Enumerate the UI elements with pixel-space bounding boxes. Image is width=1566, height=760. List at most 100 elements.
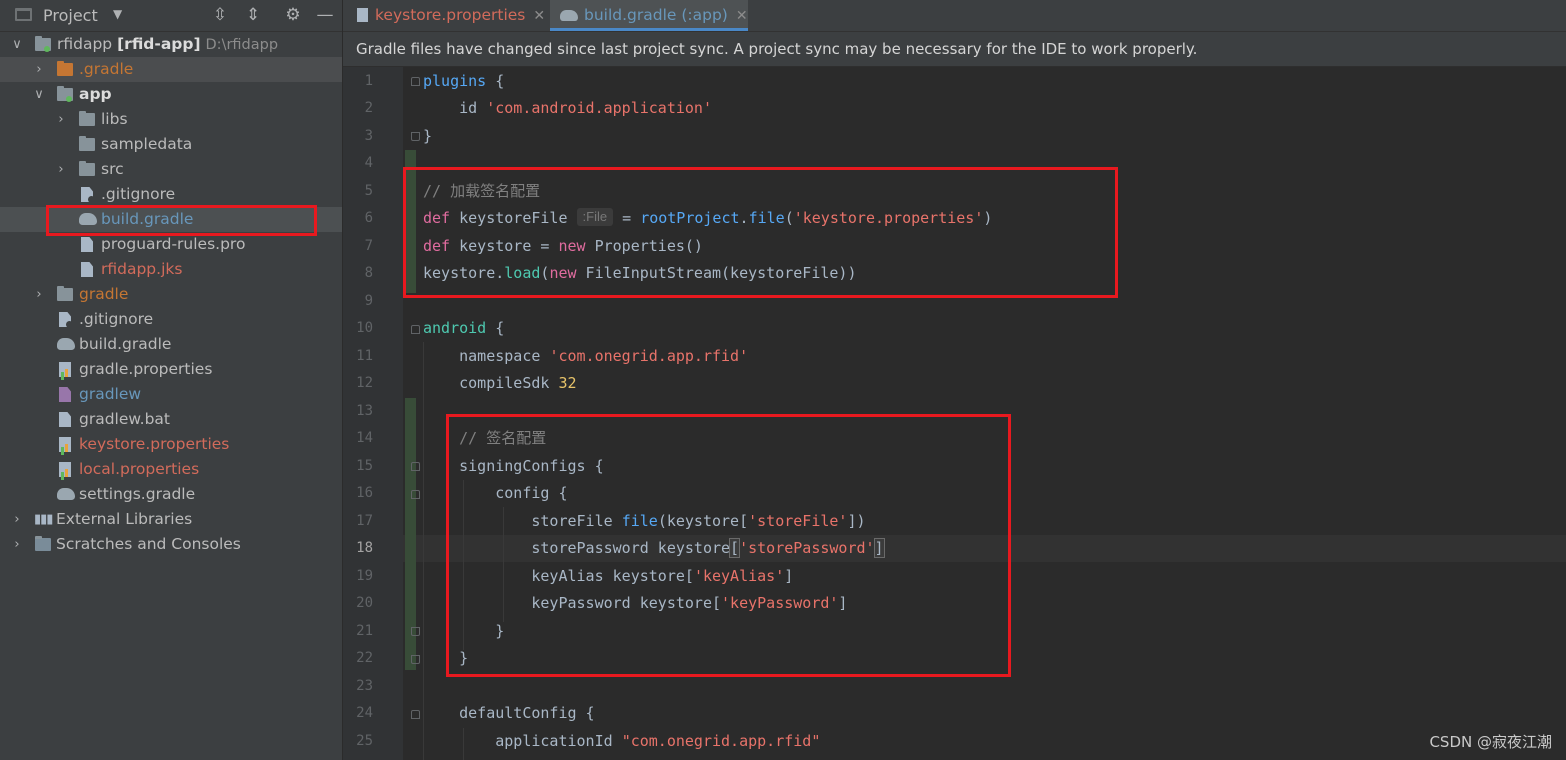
file-icon — [81, 237, 93, 252]
code-token: defaultConfig { — [423, 704, 595, 722]
code-token: namespace — [423, 347, 550, 365]
chevron-right-icon[interactable]: › — [54, 157, 68, 182]
code-token: applicationId — [423, 732, 622, 750]
tree-item-keystore-properties[interactable]: keystore.properties — [0, 432, 342, 457]
chevron-right-icon[interactable]: › — [10, 507, 24, 532]
highlight-box-load-signing — [403, 167, 1118, 298]
gradle-sync-banner: Gradle files have changed since last pro… — [343, 32, 1566, 67]
code-token: 'com.onegrid.app.rfid' — [549, 347, 749, 365]
gear-icon[interactable]: ⚙ — [283, 5, 303, 25]
folder-icon — [79, 136, 95, 151]
line-number: 11 — [356, 348, 373, 364]
tab-keystore-properties[interactable]: keystore.properties ✕ — [357, 0, 547, 31]
line-number: 9 — [364, 293, 373, 309]
tree-item-gradle-folder[interactable]: › gradle — [0, 282, 342, 307]
gradle-elephant-icon — [57, 488, 75, 500]
line-number: 2 — [364, 100, 373, 116]
tree-item-scratches[interactable]: › Scratches and Consoles — [0, 532, 342, 557]
tree-item-local-properties[interactable]: local.properties — [0, 457, 342, 482]
tree-item-sampledata[interactable]: sampledata — [0, 132, 342, 157]
folder-icon — [79, 111, 95, 126]
tree-item-rfidapp-jks[interactable]: rfidapp.jks — [0, 257, 342, 282]
tree-item-label: libs — [101, 110, 128, 128]
tree-item-src[interactable]: › src — [0, 157, 342, 182]
chevron-down-icon[interactable]: ∨ — [32, 82, 46, 107]
tree-item-label: .gitignore — [79, 310, 154, 328]
module-folder-icon — [35, 36, 51, 52]
gitignore-file-icon — [81, 187, 93, 202]
code-token: 'com.android.application' — [486, 99, 712, 117]
line-number: 21 — [356, 623, 373, 639]
line-number: 7 — [364, 238, 373, 254]
properties-file-icon — [59, 362, 71, 377]
chevron-down-icon[interactable]: ▼ — [113, 7, 122, 21]
tab-label: build.gradle (:app) — [584, 6, 728, 24]
line-number: 8 — [364, 265, 373, 281]
tree-item-label: app — [79, 85, 112, 103]
tree-item-app[interactable]: ∨ app — [0, 82, 342, 107]
line-number: 12 — [356, 375, 373, 391]
collapse-all-icon[interactable]: ⇕ — [243, 5, 263, 25]
gradle-elephant-icon — [57, 338, 75, 350]
script-file-icon — [59, 387, 71, 402]
code-token: "com.onegrid.app.rfid" — [621, 732, 821, 750]
fold-marker-icon[interactable] — [411, 325, 420, 334]
library-icon: ▮▮▮ — [34, 512, 53, 527]
tree-item-gradlew[interactable]: gradlew — [0, 382, 342, 407]
chevron-right-icon[interactable]: › — [32, 57, 46, 82]
chevron-right-icon[interactable]: › — [54, 107, 68, 132]
fold-marker-icon[interactable] — [411, 132, 420, 141]
banner-text: Gradle files have changed since last pro… — [356, 40, 1198, 58]
fold-marker-icon[interactable] — [411, 490, 420, 499]
chevron-right-icon[interactable]: › — [10, 532, 24, 557]
project-panel-title[interactable]: Project — [43, 6, 98, 25]
code-line-2: id 'com.android.application' — [423, 95, 712, 122]
code-line-11: namespace 'com.onegrid.app.rfid' — [423, 343, 748, 370]
tree-item-label: keystore.properties — [79, 435, 230, 453]
line-number: 23 — [356, 678, 373, 694]
highlight-box-signing-configs — [446, 414, 1011, 677]
close-icon[interactable]: ✕ — [533, 8, 545, 24]
module-folder-icon — [57, 86, 73, 102]
chevron-down-icon[interactable]: ∨ — [10, 32, 24, 57]
tree-item-dot-gradle[interactable]: › .gradle — [0, 57, 342, 82]
fold-marker-icon[interactable] — [411, 655, 420, 664]
highlight-box-build-gradle — [46, 205, 317, 236]
tree-item-label: gradlew — [79, 385, 142, 403]
tab-build-gradle-app[interactable]: build.gradle (:app) ✕ — [550, 0, 748, 31]
tree-item-label: src — [101, 160, 124, 178]
folder-icon — [79, 161, 95, 176]
expand-all-icon[interactable]: ⇳ — [210, 5, 230, 25]
line-number: 16 — [356, 485, 373, 501]
tree-item-rfidapp[interactable]: ∨ rfidapp [rfid-app] D:\rfidapp — [0, 32, 342, 57]
hide-panel-icon[interactable]: — — [315, 5, 335, 25]
code-line-10: android { — [423, 315, 504, 342]
chevron-right-icon[interactable]: › — [32, 282, 46, 307]
fold-marker-icon[interactable] — [411, 627, 420, 636]
properties-file-icon — [357, 8, 368, 22]
tree-item-external-libraries[interactable]: › ▮▮▮ External Libraries — [0, 507, 342, 532]
close-icon[interactable]: ✕ — [736, 8, 748, 24]
fold-marker-icon[interactable] — [411, 710, 420, 719]
gitignore-file-icon — [59, 312, 71, 327]
fold-marker-icon[interactable] — [411, 77, 420, 86]
tree-item-settings-gradle[interactable]: settings.gradle — [0, 482, 342, 507]
tree-item-build-gradle-root[interactable]: build.gradle — [0, 332, 342, 357]
tree-item-label: rfidapp.jks — [101, 260, 183, 278]
tree-item-gitignore-root[interactable]: .gitignore — [0, 307, 342, 332]
properties-file-icon — [59, 437, 71, 452]
tree-item-label: External Libraries — [56, 510, 193, 528]
line-number: 1 — [364, 73, 373, 89]
tree-item-label: Scratches and Consoles — [56, 535, 241, 553]
folder-icon — [57, 61, 73, 76]
line-number: 14 — [356, 430, 373, 446]
tree-item-libs[interactable]: › libs — [0, 107, 342, 132]
fold-marker-icon[interactable] — [411, 462, 420, 471]
tree-item-label: sampledata — [101, 135, 193, 153]
tree-item-gradle-properties[interactable]: gradle.properties — [0, 357, 342, 382]
tree-item-gradlew-bat[interactable]: gradlew.bat — [0, 407, 342, 432]
tree-item-label: .gradle — [79, 60, 134, 78]
tree-item-label: .gitignore — [101, 185, 176, 203]
code-line-3: } — [423, 123, 432, 150]
tree-item-gitignore[interactable]: .gitignore — [0, 182, 342, 207]
